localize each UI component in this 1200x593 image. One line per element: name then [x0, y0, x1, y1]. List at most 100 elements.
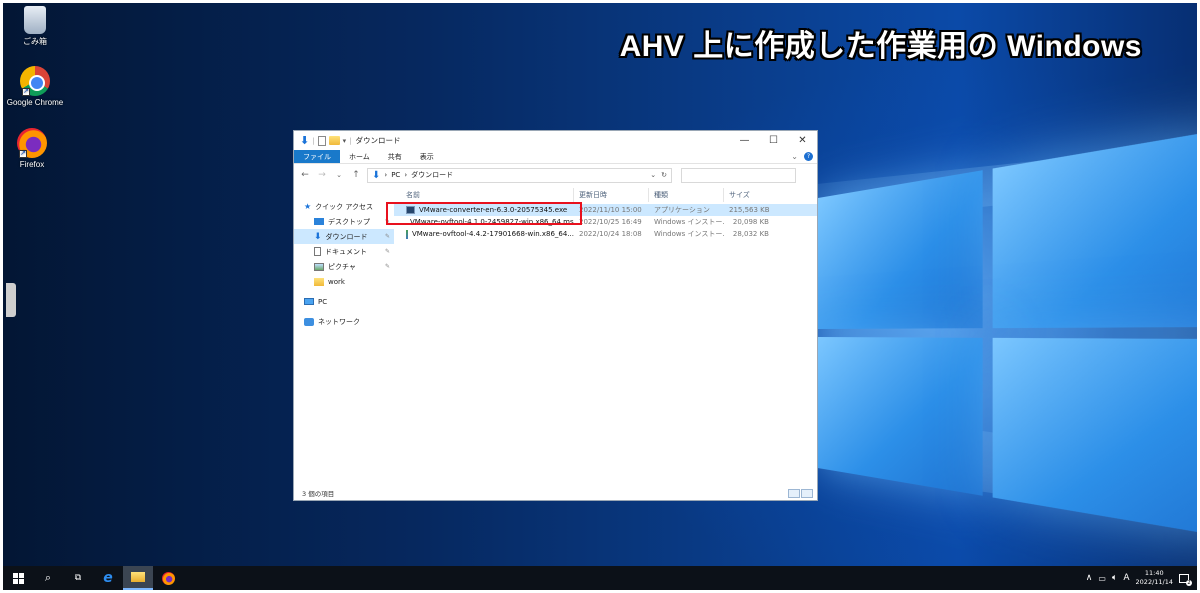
tab-home[interactable]: ホーム [340, 150, 379, 163]
installer-icon [406, 229, 408, 239]
status-bar: 3 個の項目 [294, 486, 817, 500]
file-date: 2022/10/24 18:08 [579, 230, 642, 238]
details-view-icon[interactable] [788, 488, 800, 498]
column-header-type[interactable]: 種類 [649, 188, 724, 202]
breadcrumb-separator-icon: › [384, 171, 388, 179]
tab-view[interactable]: 表示 [411, 150, 443, 163]
volume-icon[interactable]: 🔈︎ [1112, 573, 1117, 583]
folder-icon [314, 277, 324, 286]
maximize-button[interactable]: ☐ [759, 131, 788, 150]
caption-banner: AHV 上に作成した作業用の Windows [619, 30, 1142, 63]
up-button[interactable]: ↑ [350, 170, 362, 180]
taskbar-file-explorer[interactable] [123, 566, 153, 590]
desktop-icon-firefox[interactable]: ↗ Firefox [3, 128, 67, 169]
column-header-date[interactable]: 更新日時 [574, 188, 649, 202]
file-list: 名前 更新日時 種類 サイズ VMware-converter-en-6.3.0… [386, 186, 817, 486]
address-dropdown-icon[interactable]: ⌄ [650, 171, 656, 179]
back-button[interactable]: ← [299, 170, 311, 180]
large-icons-view-icon[interactable] [801, 488, 813, 498]
start-button[interactable] [3, 566, 33, 590]
file-type: Windows インストー... [654, 230, 724, 238]
file-size: 28,032 KB [732, 230, 769, 238]
item-count: 3 個の項目 [302, 490, 335, 498]
desktop-icon-recycle-bin[interactable]: ごみ箱 [3, 6, 70, 47]
system-tray: ∧ ▭ 🔈︎ A 11:40 2022/11/14 [1086, 569, 1197, 587]
customize-toolbar-icon[interactable]: ▾ [343, 137, 347, 145]
tab-file[interactable]: ファイル [294, 150, 340, 163]
nav-item-work[interactable]: work [294, 274, 394, 289]
file-explorer-window: ⬇ | ▾ | ダウンロード — ☐ ✕ ファイル ホーム 共有 表示 ⌄ ? … [293, 130, 818, 501]
window-title: ダウンロード [355, 136, 401, 145]
file-name: VMware-ovftool-4.4.2-17901668-win.x86_64… [411, 230, 574, 238]
network-icon[interactable]: ▭ [1098, 574, 1106, 583]
chevron-up-icon[interactable]: ∧ [1086, 573, 1093, 583]
expand-ribbon-icon[interactable]: ⌄ [791, 152, 798, 161]
task-view-icon: ⧉ [74, 573, 82, 583]
nav-item-documents[interactable]: ドキュメント ✎ [294, 244, 394, 259]
address-row: ← → ⌄ ↑ ⬇ › PC › ダウンロード ⌄ ↻ [294, 164, 817, 186]
pictures-folder-icon [314, 262, 324, 271]
clock-time: 11:40 [1144, 569, 1164, 577]
download-folder-icon: ⬇ [314, 231, 322, 242]
breadcrumb-downloads[interactable]: ダウンロード [411, 170, 453, 180]
firefox-icon [161, 571, 175, 585]
desktop-icon-label: Firefox [19, 160, 45, 169]
nav-item-pc[interactable]: PC [294, 294, 394, 309]
search-button[interactable]: ⌕ [33, 566, 63, 590]
address-bar[interactable]: ⬇ › PC › ダウンロード ⌄ ↻ [367, 167, 672, 183]
breadcrumb-separator-icon: › [404, 171, 408, 179]
nav-item-label: ネットワーク [318, 317, 360, 326]
ime-indicator[interactable]: A [1123, 573, 1129, 583]
nav-item-downloads[interactable]: ⬇ ダウンロード ✎ [294, 229, 394, 244]
properties-icon[interactable] [317, 135, 326, 146]
shortcut-arrow-icon: ↗ [22, 88, 30, 96]
column-header-size[interactable]: サイズ [724, 188, 774, 202]
help-icon[interactable]: ? [804, 152, 813, 161]
nav-item-label: ドキュメント [325, 247, 367, 256]
desktop-icon-chrome[interactable]: ↗ Google Chrome [3, 66, 70, 107]
refresh-icon[interactable]: ↻ [661, 171, 667, 179]
forward-button[interactable]: → [316, 170, 328, 180]
minimize-button[interactable]: — [730, 131, 759, 150]
nav-item-label: ピクチャ [328, 262, 356, 271]
windows-start-icon [12, 572, 24, 584]
close-button[interactable]: ✕ [788, 131, 817, 150]
recycle-bin-icon [24, 6, 46, 34]
taskbar-edge[interactable]: e [93, 566, 123, 590]
nav-item-network[interactable]: ネットワーク [294, 314, 394, 329]
search-input[interactable] [681, 167, 796, 183]
desktop-icon-label: ごみ箱 [23, 37, 47, 46]
file-type: アプリケーション [654, 206, 710, 214]
navigation-pane: ★ クイック アクセス デスクトップ ✎ ⬇ ダウンロード ✎ ドキュメント ✎… [294, 186, 394, 486]
file-explorer-icon [131, 572, 145, 582]
explorer-content: ★ クイック アクセス デスクトップ ✎ ⬇ ダウンロード ✎ ドキュメント ✎… [294, 186, 817, 486]
nav-item-quick-access[interactable]: ★ クイック アクセス [294, 199, 394, 214]
new-folder-icon[interactable] [328, 136, 340, 145]
tab-share[interactable]: 共有 [379, 150, 411, 163]
pin-icon: ✎ [384, 233, 390, 240]
edge-icon: e [103, 570, 113, 586]
shortcut-arrow-icon: ↗ [19, 150, 27, 158]
star-icon: ★ [304, 202, 312, 211]
quick-access-toolbar: ⬇ | ▾ | [300, 134, 352, 147]
download-folder-icon: ⬇ [372, 169, 381, 181]
clock[interactable]: 11:40 2022/11/14 [1136, 569, 1173, 587]
file-row[interactable]: VMware-ovftool-4.4.2-17901668-win.x86_64… [394, 228, 817, 240]
recent-locations-icon[interactable]: ⌄ [333, 171, 345, 179]
task-view-button[interactable]: ⧉ [63, 566, 93, 590]
file-date: 2022/11/10 15:00 [579, 206, 642, 214]
side-panel-handle[interactable] [6, 283, 16, 317]
desktop-icon-label: Google Chrome [6, 98, 64, 107]
breadcrumb-pc[interactable]: PC [391, 171, 400, 179]
nav-item-label: クイック アクセス [315, 202, 374, 211]
notification-icon[interactable] [1179, 573, 1192, 586]
nav-item-label: デスクトップ [328, 217, 370, 226]
nav-item-desktop[interactable]: デスクトップ ✎ [294, 214, 394, 229]
ribbon-tabs: ファイル ホーム 共有 表示 ⌄ ? [294, 150, 817, 164]
pc-icon [304, 298, 314, 305]
nav-item-pictures[interactable]: ピクチャ ✎ [294, 259, 394, 274]
column-header-name[interactable]: 名前 [394, 188, 574, 202]
taskbar-firefox[interactable] [153, 566, 183, 590]
taskbar: ⌕ ⧉ e ∧ ▭ 🔈︎ A 11:40 2022/11/14 [3, 566, 1197, 590]
file-date: 2022/10/25 16:49 [579, 218, 642, 226]
